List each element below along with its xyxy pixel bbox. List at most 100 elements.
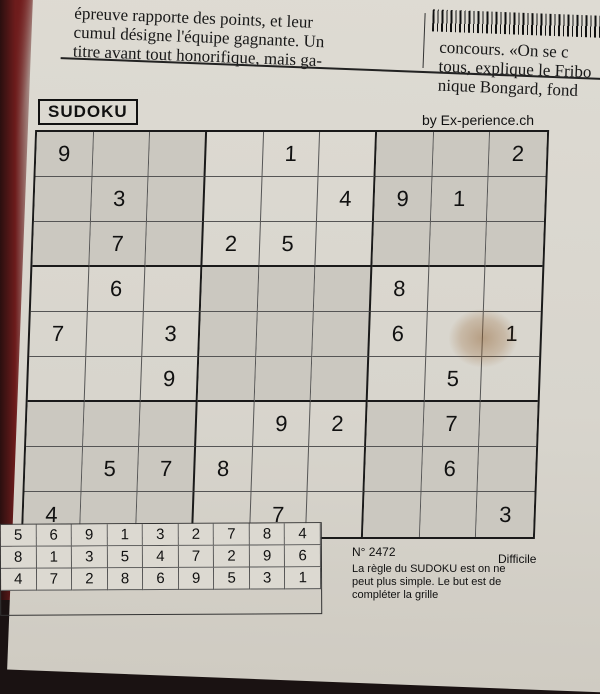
sudoku-cell (197, 357, 256, 402)
solution-cell: 8 (249, 523, 286, 546)
sudoku-cell (82, 402, 141, 447)
sudoku-cell: 6 (369, 312, 428, 357)
sudoku-credit: by Ex-perience.ch (422, 112, 535, 128)
sudoku-cell (260, 177, 319, 222)
solution-cell: 9 (178, 567, 215, 590)
sudoku-cell (372, 222, 431, 267)
sudoku-cell (33, 177, 93, 222)
rules-line: peut plus simple. Le but est de (352, 576, 502, 588)
solution-cell: 9 (249, 545, 286, 568)
sudoku-cell (85, 312, 145, 357)
solution-cell: 4 (285, 523, 321, 546)
sudoku-cell (427, 267, 486, 312)
sudoku-title: SUDOKU (38, 99, 138, 125)
solution-cell: 6 (143, 567, 179, 591)
solution-cell: 4 (143, 545, 179, 569)
sudoku-cell: 9 (140, 357, 200, 402)
sudoku-cell: 2 (309, 402, 368, 447)
sudoku-cell (203, 177, 263, 222)
sudoku-cell (145, 222, 204, 267)
sudoku-cell: 6 (421, 447, 480, 492)
solution-cell: 2 (72, 568, 108, 591)
sudoku-cell (310, 357, 370, 402)
solution-cell: 5 (0, 524, 37, 547)
sudoku-cell (147, 177, 206, 222)
sudoku-cell (487, 177, 546, 222)
solution-cell: 6 (285, 545, 321, 568)
sudoku-cell (251, 447, 310, 492)
sudoku-cell (314, 267, 373, 312)
solution-cell: 3 (142, 523, 179, 547)
sudoku-cell (479, 402, 538, 447)
sudoku-cell (312, 312, 371, 357)
sudoku-cell (26, 402, 85, 447)
sudoku-cell: 2 (488, 132, 548, 177)
solution-cell: 2 (178, 523, 215, 546)
sudoku-cell: 7 (89, 222, 148, 267)
solution-cell: 5 (107, 546, 144, 569)
sudoku-cell (255, 312, 315, 357)
solution-cell: 5 (214, 567, 250, 590)
sudoku-cell (200, 267, 260, 312)
sudoku-cell (30, 267, 90, 312)
sudoku-cell (92, 132, 151, 177)
solution-cell: 3 (249, 567, 286, 590)
solution-cell: 6 (36, 524, 72, 547)
sudoku-cell (139, 402, 198, 447)
rules-line: La règle du SUDOKU est on ne (352, 563, 506, 575)
rules-line: compléter la grille (352, 589, 439, 601)
sudoku-cell (32, 222, 91, 267)
sudoku-cell: 8 (370, 267, 430, 312)
sudoku-cell: 9 (252, 402, 311, 447)
solution-cell: 7 (36, 568, 73, 591)
sudoku-cell: 3 (476, 492, 535, 537)
sudoku-cell (432, 132, 491, 177)
solution-cell: 8 (107, 568, 144, 591)
sudoku-cell: 9 (373, 177, 433, 222)
sudoku-cell (366, 402, 425, 447)
solution-cell: 1 (36, 546, 73, 569)
sudoku-cell (367, 357, 426, 402)
sudoku-cell (307, 447, 367, 492)
sudoku-cell (429, 222, 488, 267)
coffee-stain (448, 308, 518, 368)
sudoku-cell (362, 492, 422, 537)
sudoku-cell (477, 447, 537, 492)
article-column-left: épreuve rapporte des points, et leur cum… (73, 4, 405, 74)
sudoku-cell: 3 (142, 312, 201, 357)
sudoku-cell: 8 (194, 447, 253, 492)
solution-cell: 4 (0, 568, 37, 591)
sudoku-cell (144, 267, 203, 312)
solution-cell: 2 (214, 545, 250, 568)
sudoku-cell (84, 357, 143, 402)
sudoku-cell: 4 (317, 177, 376, 222)
sudoku-cell: 5 (81, 447, 140, 492)
sudoku-cell (254, 357, 313, 402)
sudoku-cell (148, 132, 208, 177)
sudoku-cell (318, 132, 378, 177)
sudoku-cell (205, 132, 264, 177)
sudoku-cell (196, 402, 255, 447)
sudoku-cell (484, 267, 543, 312)
sudoku-cell (419, 492, 478, 537)
sudoku-cell: 5 (259, 222, 318, 267)
puzzle-number: N° 2472 (352, 545, 396, 559)
sudoku-cell (364, 447, 423, 492)
sudoku-cell (27, 357, 86, 402)
sudoku-cell: 7 (422, 402, 481, 447)
sudoku-cell (257, 267, 316, 312)
sudoku-cell: 3 (90, 177, 149, 222)
solution-cell: 3 (71, 546, 108, 569)
sudoku-cell (315, 222, 374, 267)
sudoku-cell (485, 222, 544, 267)
sudoku-cell: 9 (35, 132, 94, 177)
sudoku-cell (375, 132, 434, 177)
solution-cell: 9 (71, 524, 108, 547)
barcode (431, 9, 600, 39)
sudoku-cell: 1 (262, 132, 321, 177)
solution-cell: 8 (0, 546, 37, 569)
sudoku-cell: 6 (87, 267, 146, 312)
rules-text: La règle du SUDOKU est on ne peut plus s… (352, 563, 552, 602)
solution-cell: 7 (214, 523, 250, 546)
column-rule (422, 13, 426, 69)
